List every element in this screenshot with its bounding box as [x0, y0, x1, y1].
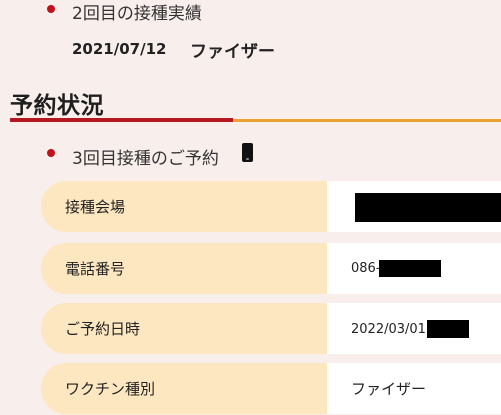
venue-value-cell [327, 181, 501, 232]
bullet-icon [47, 149, 55, 157]
datetime-label: ご予約日時 [65, 320, 141, 338]
vaccine-type-value-cell: ファイザー [327, 363, 501, 414]
datetime-value-cell: 2022/03/01 [327, 303, 501, 354]
previous-dose-label: 2回目の接種実績 [72, 4, 202, 24]
reservation-label: 3回目接種のご予約 [72, 149, 219, 169]
section-rule-orange [233, 119, 501, 122]
datetime-value: 2022/03/01 [351, 322, 426, 337]
bullet-icon [47, 5, 55, 13]
venue-label: 接種会場 [65, 198, 126, 216]
section-title: 予約状況 [10, 93, 104, 119]
venue-label-cell: 接種会場 [41, 181, 341, 232]
datetime-label-cell: ご予約日時 [41, 303, 341, 354]
redaction-block [355, 193, 501, 222]
phone-value-cell: 086- [327, 243, 501, 294]
phone-label-cell: 電話番号 [41, 243, 341, 294]
redaction-block [379, 260, 441, 277]
section-rule-red [10, 118, 233, 122]
vaccine-type-label-cell: ワクチン種別 [41, 363, 341, 414]
vaccine-type-label: ワクチン種別 [65, 380, 156, 398]
previous-dose-vaccine: ファイザー [190, 42, 275, 62]
previous-dose-date: 2021/07/12 [72, 40, 167, 58]
redaction-block [427, 320, 469, 338]
phone-value: 086- [351, 261, 381, 276]
mobile-phone-icon [242, 143, 253, 162]
vaccine-type-value: ファイザー [351, 380, 427, 398]
phone-label: 電話番号 [65, 260, 126, 278]
